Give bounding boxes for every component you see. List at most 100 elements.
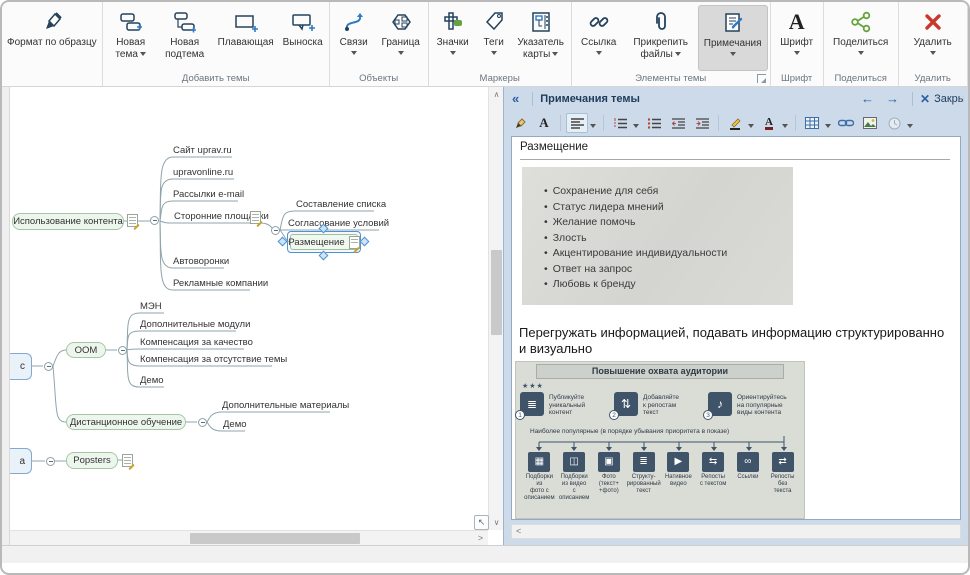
topic-usage[interactable]: Использование контента bbox=[12, 213, 124, 230]
tags-button[interactable]: Теги bbox=[475, 5, 513, 71]
topic-placement-note-icon[interactable] bbox=[349, 236, 360, 249]
topic-usage-note-icon[interactable] bbox=[127, 214, 138, 227]
topic-oom[interactable]: OOM bbox=[66, 342, 106, 358]
insert-table-button[interactable] bbox=[801, 113, 823, 133]
topic-men[interactable]: МЭН bbox=[140, 301, 162, 312]
topic-placement-selected[interactable]: Размещение bbox=[290, 234, 358, 250]
content-type-item: ⇄Репосты без текста bbox=[765, 452, 800, 502]
scroll-down-icon[interactable]: ∨ bbox=[489, 515, 503, 530]
boundary-button[interactable]: Граница bbox=[376, 5, 426, 71]
topic-absence-compensation[interactable]: Компенсация за отсутствие темы bbox=[140, 354, 287, 365]
vertical-scrollbar[interactable]: ∧ ∨ bbox=[488, 87, 503, 530]
new-subtopic-button[interactable]: Новая подтема bbox=[157, 5, 213, 71]
icons-button[interactable]: Значки bbox=[431, 5, 475, 71]
vertical-scrollbar-thumb[interactable] bbox=[491, 250, 502, 335]
font-button[interactable]: A Шрифт bbox=[773, 5, 821, 71]
insert-link-button[interactable] bbox=[835, 113, 857, 133]
insert-timestamp-button[interactable] bbox=[883, 113, 905, 133]
topic-third-party-note-icon[interactable] bbox=[250, 211, 261, 224]
notes-button[interactable]: Примечания bbox=[698, 5, 768, 71]
dropdown-caret-icon bbox=[930, 51, 936, 58]
topic-popsters-note-icon[interactable] bbox=[122, 454, 133, 467]
dropdown-caret-icon[interactable] bbox=[748, 124, 754, 131]
numbered-list-button[interactable] bbox=[609, 113, 631, 133]
new-topic-button[interactable]: Новая тема bbox=[105, 5, 157, 71]
slide-bullet: Акцентирование индивидуальности bbox=[544, 246, 793, 262]
main-topic-partial-2[interactable]: а bbox=[10, 448, 32, 474]
dropdown-caret-icon[interactable] bbox=[825, 124, 831, 131]
dropdown-caret-icon[interactable] bbox=[633, 124, 639, 131]
next-note-icon[interactable]: → bbox=[880, 91, 905, 106]
collapse-toggle[interactable] bbox=[44, 362, 53, 371]
delete-button[interactable]: Удалить bbox=[901, 5, 965, 71]
format-painter-icon bbox=[40, 8, 64, 36]
dropdown-caret-icon[interactable] bbox=[782, 124, 788, 131]
ribbon-group-label: Удалить bbox=[899, 73, 967, 84]
attach-files-button[interactable]: Прикрепить файлы bbox=[624, 5, 698, 71]
main-topic-partial-1[interactable]: с bbox=[10, 353, 32, 380]
collapse-toggle[interactable] bbox=[46, 457, 55, 466]
ribbon-group-delete: Удалить Удалить bbox=[899, 2, 968, 86]
insert-image-button[interactable] bbox=[859, 113, 881, 133]
horizontal-scrollbar[interactable]: > bbox=[10, 530, 488, 545]
floating-topic-button[interactable]: Плавающая bbox=[213, 5, 279, 71]
topic-autofunnels[interactable]: Автоворонки bbox=[173, 256, 229, 267]
callout-button[interactable]: Выноска bbox=[279, 5, 327, 71]
previous-note-icon[interactable]: ← bbox=[855, 91, 880, 106]
relationships-button[interactable]: Связи bbox=[332, 5, 376, 71]
selection-handle-right[interactable] bbox=[360, 237, 370, 247]
outdent-button[interactable] bbox=[667, 113, 689, 133]
map-canvas[interactable]: Использование контента Сайт uprav.ru upr… bbox=[10, 87, 503, 545]
topic-quality-compensation[interactable]: Компенсация за качество bbox=[140, 337, 253, 348]
bullet-list-button[interactable] bbox=[643, 113, 665, 133]
dropdown-caret-icon bbox=[491, 51, 497, 58]
note-editor-content[interactable]: Размещение Сохранение для себя Статус ли… bbox=[511, 136, 961, 520]
relationship-icon bbox=[342, 8, 366, 36]
topic-email[interactable]: Рассылки e-mail bbox=[173, 189, 244, 200]
topic-popsters[interactable]: Popsters bbox=[66, 452, 118, 469]
share-button[interactable]: Поделиться bbox=[826, 5, 896, 71]
topic-distance-learning[interactable]: Дистанционное обучение bbox=[66, 414, 186, 430]
close-panel-button[interactable]: ✕Закрыть bbox=[920, 92, 964, 106]
collapse-panel-icon[interactable]: « bbox=[512, 91, 519, 106]
link-button[interactable]: Ссылка bbox=[574, 5, 624, 71]
collapse-toggle[interactable] bbox=[198, 418, 207, 427]
dropdown-caret-icon[interactable] bbox=[907, 124, 913, 131]
notes-horizontal-scrollbar[interactable]: < bbox=[511, 524, 961, 539]
align-button[interactable] bbox=[566, 113, 588, 133]
collapse-toggle[interactable] bbox=[150, 216, 159, 225]
horizontal-scrollbar-thumb[interactable] bbox=[190, 533, 360, 544]
format-painter-button[interactable]: Формат по образцу bbox=[4, 5, 100, 71]
share-label: Поделиться bbox=[833, 37, 888, 48]
scroll-right-icon[interactable]: > bbox=[473, 531, 488, 545]
note-image-diagram[interactable]: Повышение охвата аудитории ★★★ ≣1 Публик… bbox=[515, 361, 805, 519]
topic-site-uprav[interactable]: Сайт uprav.ru bbox=[173, 145, 232, 156]
topic-upravonline[interactable]: upravonline.ru bbox=[173, 167, 233, 178]
note-font-icon[interactable]: A bbox=[533, 113, 555, 133]
indent-button[interactable] bbox=[691, 113, 713, 133]
map-index-button[interactable]: Указатель карты bbox=[513, 5, 569, 71]
step-text: Добавляйте к репостам текст bbox=[643, 392, 679, 417]
highlight-button[interactable] bbox=[724, 113, 746, 133]
scroll-left-icon[interactable]: < bbox=[516, 525, 521, 538]
font-color-button[interactable]: A bbox=[758, 113, 780, 133]
dropdown-caret-icon[interactable] bbox=[590, 124, 596, 131]
topic-ad-campaigns[interactable]: Рекламные компании bbox=[173, 278, 268, 289]
slide-bullet: Сохранение для себя bbox=[544, 184, 793, 200]
topic-extra-materials[interactable]: Дополнительные материалы bbox=[222, 400, 349, 411]
topic-extra-modules[interactable]: Дополнительные модули bbox=[140, 319, 250, 330]
topic-demo-2[interactable]: Демо bbox=[223, 419, 247, 430]
dialog-launcher-icon[interactable] bbox=[757, 74, 766, 83]
scroll-up-icon[interactable]: ∧ bbox=[489, 87, 503, 102]
note-format-painter-icon[interactable] bbox=[509, 113, 531, 133]
topic-list-building[interactable]: Составление списка bbox=[296, 199, 386, 210]
diagram-content-types: ▦Подборки из фото с описанием ◫Подборки … bbox=[522, 452, 800, 502]
topic-demo[interactable]: Демо bbox=[140, 375, 164, 386]
note-image-bullet-slide[interactable]: Сохранение для себя Статус лидера мнений… bbox=[522, 167, 793, 305]
topic-terms-agreement[interactable]: Согласование условий bbox=[288, 218, 389, 229]
selection-handle-left[interactable] bbox=[278, 237, 288, 247]
ribbon-group-format-painter: Формат по образцу bbox=[2, 2, 103, 86]
collapse-toggle[interactable] bbox=[118, 346, 127, 355]
fit-map-button[interactable]: ↖ bbox=[474, 515, 489, 530]
collapse-toggle[interactable] bbox=[271, 226, 280, 235]
